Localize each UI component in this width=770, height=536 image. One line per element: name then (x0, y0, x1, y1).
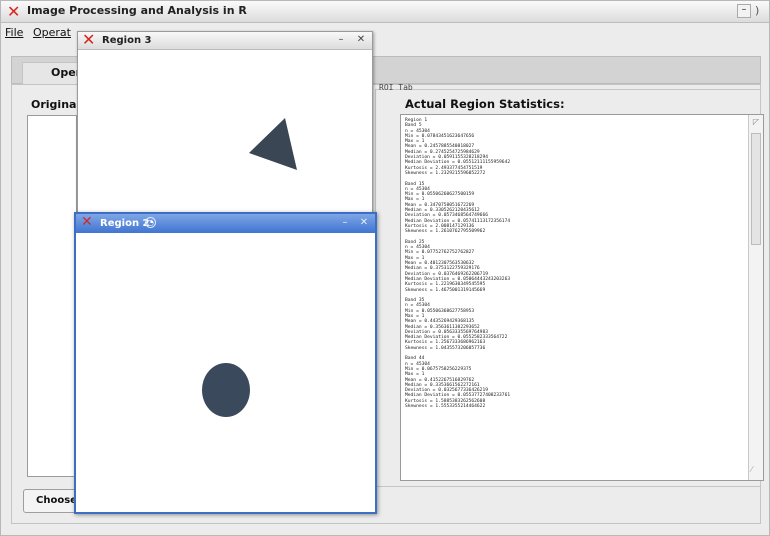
menu-file[interactable]: File (5, 26, 23, 39)
region-3-titlebar[interactable]: ✕ Region 3 – ✕ (78, 31, 372, 50)
region-statistics-title: Actual Region Statistics: (405, 97, 565, 111)
region-2-title: Region 2 (100, 218, 150, 229)
original-image-panel (27, 115, 77, 477)
app-close-x-icon[interactable]: ✕ (7, 3, 20, 21)
app-x-icon[interactable]: ✕ (81, 214, 93, 230)
region-3-title: Region 3 (102, 35, 152, 46)
region-3-minimize-button[interactable]: – (334, 34, 348, 47)
minimize-button[interactable]: – (737, 4, 751, 18)
resize-grip-icon[interactable]: ⁄ (751, 465, 761, 475)
scroll-up-icon[interactable]: ◸ (751, 117, 761, 127)
menu-operations[interactable]: Operat (33, 26, 71, 39)
close-icon[interactable]: ) (755, 4, 769, 18)
window-title: Image Processing and Analysis in R (27, 4, 247, 17)
region-3-window: ✕ Region 3 – ✕ (77, 31, 373, 225)
region-2-close-button[interactable]: ✕ (357, 217, 371, 230)
main-titlebar[interactable]: ✕ Image Processing and Analysis in R – ) (1, 1, 769, 23)
region-3-canvas (249, 118, 297, 170)
region-2-minimize-button[interactable]: – (338, 217, 352, 230)
pin-icon[interactable]: ◔ (145, 217, 156, 228)
roi-tab-label: ROI Tab (379, 83, 413, 92)
region-2-canvas (202, 363, 250, 417)
statistics-text-area[interactable]: Region 1 Band 5 n = 45304 Min = 0.078434… (400, 114, 764, 481)
vertical-scrollbar[interactable]: ◸ ⁄ (748, 115, 763, 480)
region-2-shape (202, 363, 250, 417)
region-2-titlebar[interactable]: ✕ Region 2 ◔ – ✕ (76, 214, 375, 233)
region-3-close-button[interactable]: ✕ (354, 34, 368, 47)
region-2-window: ✕ Region 2 ◔ – ✕ (74, 212, 377, 514)
app-x-icon[interactable]: ✕ (82, 31, 95, 49)
scroll-thumb[interactable] (751, 133, 761, 245)
statistics-text: Region 1 Band 5 n = 45304 Min = 0.078434… (405, 118, 511, 410)
region-3-shape (249, 118, 297, 170)
